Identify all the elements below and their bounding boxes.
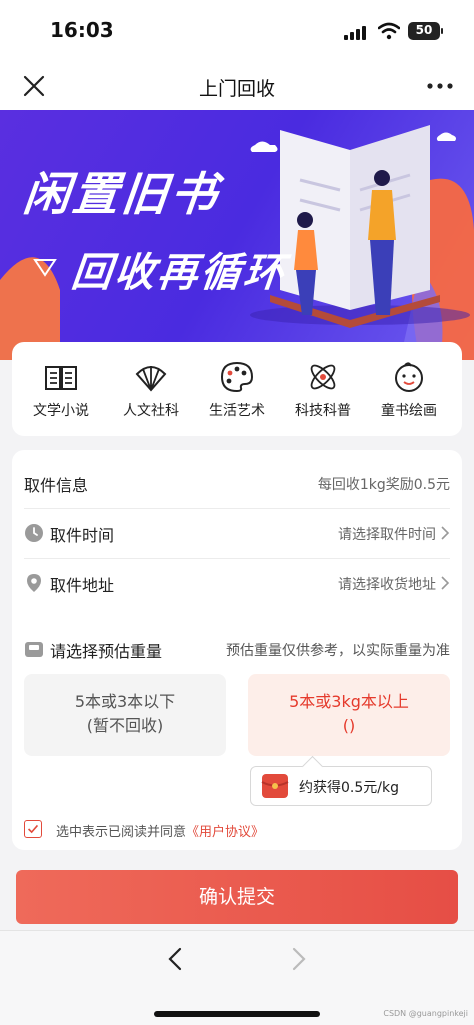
- browser-bottom-bar: CSDN @guangpinkeji: [0, 930, 474, 1025]
- category-humanities[interactable]: 人文社科: [106, 360, 196, 420]
- category-literature[interactable]: 文学小说: [16, 360, 106, 420]
- agreement-row: 选中表示已阅读并同意《用户协议》: [24, 818, 450, 840]
- wifi-icon: [378, 22, 400, 40]
- chevron-right-icon: [441, 526, 450, 540]
- pickup-address-row[interactable]: 取件地址 请选择收货地址: [24, 560, 450, 608]
- user-agreement-link[interactable]: 《用户协议》: [186, 825, 264, 840]
- divider: [24, 508, 450, 509]
- category-label: 文学小说: [33, 403, 89, 419]
- category-label: 科技科普: [295, 403, 351, 419]
- weight-option-sublabel: (暂不回收): [86, 716, 164, 735]
- status-time: 16:03: [50, 18, 114, 42]
- promo-banner[interactable]: 闲置旧书 回收再循环: [0, 110, 474, 360]
- banner-title-line2: 回收再循环: [69, 250, 289, 296]
- weight-option-label: 5本或3本以下: [74, 692, 176, 711]
- weight-note: 预估重量仅供参考，以实际重量为准: [226, 643, 450, 659]
- clock-icon: [25, 524, 43, 542]
- banner-title-line1: 闲置旧书: [20, 167, 223, 221]
- submit-button[interactable]: 确认提交: [16, 870, 458, 924]
- pickup-address-label: 取件地址: [50, 576, 115, 595]
- more-icon[interactable]: [422, 72, 458, 100]
- weight-option-small[interactable]: 5本或3本以下 (暂不回收): [24, 674, 226, 756]
- category-science[interactable]: 科技科普: [278, 360, 368, 420]
- weight-option-label: 5本或3kg本以上: [289, 692, 409, 711]
- divider: [24, 558, 450, 559]
- category-label: 生活艺术: [209, 403, 265, 419]
- baby-face-icon: [395, 362, 423, 392]
- status-bar: 16:03 50: [0, 0, 474, 62]
- category-label: 人文社科: [123, 403, 179, 419]
- watermark: CSDN @guangpinkeji: [383, 1009, 468, 1018]
- agreement-checkbox[interactable]: [24, 820, 42, 838]
- category-children[interactable]: 童书绘画: [364, 360, 454, 420]
- pickup-info-row: 取件信息 每回收1kg奖励0.5元: [24, 460, 450, 508]
- pickup-time-row[interactable]: 取件时间 请选择取件时间: [24, 510, 450, 558]
- agreement-text: 选中表示已阅读并同意《用户协议》: [56, 821, 264, 840]
- palette-icon: [220, 361, 254, 393]
- pickup-time-label: 取件时间: [50, 526, 115, 545]
- battery-icon: 50: [408, 22, 443, 40]
- category-label: 童书绘画: [381, 403, 437, 419]
- reward-note: 每回收1kg奖励0.5元: [317, 477, 450, 493]
- pickup-time-value: 请选择取件时间: [338, 527, 436, 543]
- page-title: 上门回收: [198, 78, 275, 100]
- home-indicator: [154, 1011, 320, 1017]
- scale-icon: [25, 642, 43, 657]
- category-bar: 文学小说 人文社科 生活艺术 科技科普 童书绘画: [12, 342, 462, 436]
- forward-arrow-icon[interactable]: [282, 943, 314, 975]
- weight-title: 请选择预估重量: [50, 642, 163, 661]
- signal-icon: [344, 24, 372, 40]
- weight-header: 请选择预估重量 预估重量仅供参考，以实际重量为准: [24, 638, 450, 662]
- open-book-icon: [45, 366, 77, 390]
- agreement-prefix: 选中表示已阅读并同意: [56, 825, 187, 840]
- red-envelope-icon: [261, 774, 289, 798]
- reward-tooltip: 约获得0.5元/kg: [250, 766, 432, 806]
- nav-bar: 上门回收: [0, 62, 474, 110]
- battery-level: 50: [415, 23, 433, 37]
- pickup-form-card: 取件信息 每回收1kg奖励0.5元 取件时间 请选择取件时间 取件地址 请选择收…: [12, 450, 462, 850]
- fan-icon: [135, 366, 167, 392]
- reward-text: 约获得0.5元/kg: [299, 780, 399, 796]
- weight-option-sublabel: (): [342, 716, 356, 735]
- chevron-right-icon: [441, 576, 450, 590]
- atom-icon: [310, 364, 336, 390]
- category-life-art[interactable]: 生活艺术: [192, 360, 282, 420]
- location-pin-icon: [27, 574, 41, 592]
- back-arrow-icon[interactable]: [160, 943, 192, 975]
- pickup-address-value: 请选择收货地址: [338, 577, 436, 593]
- pickup-info-title: 取件信息: [24, 476, 89, 495]
- banner-illustration: [0, 125, 474, 360]
- weight-option-large[interactable]: 5本或3kg本以上 (): [248, 674, 450, 756]
